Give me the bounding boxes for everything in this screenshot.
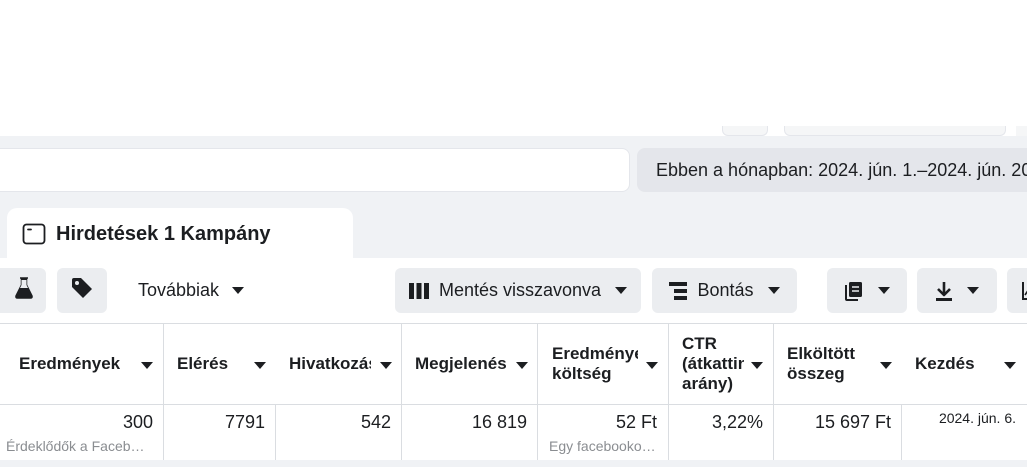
- columns-dropdown[interactable]: Mentés visszavonva: [395, 268, 641, 313]
- top-control-stub[interactable]: [722, 126, 768, 136]
- column-header-impressions[interactable]: Megjelenés: [415, 323, 535, 404]
- columns-label: Mentés visszavonva: [438, 280, 602, 300]
- column-divider: [537, 323, 538, 460]
- column-divider: [275, 404, 276, 460]
- sort-caret-icon: [380, 362, 392, 369]
- cell-link-clicks: 542: [360, 412, 391, 432]
- sort-caret-icon: [254, 362, 266, 369]
- export-dropdown[interactable]: [917, 268, 997, 313]
- cell-results: 300: [122, 412, 153, 432]
- column-header-results[interactable]: Eredmények: [19, 323, 159, 404]
- sort-caret-icon: [751, 362, 763, 369]
- sort-caret-icon: [141, 362, 153, 369]
- tag-icon: [71, 277, 93, 304]
- experiment-button[interactable]: [0, 268, 46, 313]
- column-divider: [901, 404, 902, 460]
- date-range-picker[interactable]: Ebben a hónapban: 2024. jún. 1.–2024. jú…: [637, 148, 1027, 192]
- column-divider: [773, 323, 774, 460]
- cell-cost-per-result: 52 Ft: [615, 412, 657, 432]
- chart-icon: [1021, 281, 1027, 301]
- sort-caret-icon: [516, 362, 528, 369]
- column-header-link-clicks[interactable]: Hivatkozás: [289, 323, 397, 404]
- column-header-label-line3: arány): [682, 373, 734, 393]
- column-header-label-line1: CTR: [682, 333, 717, 353]
- cell-reach: 7791: [224, 412, 265, 432]
- column-header-ctr[interactable]: CTR (átkattin arány): [682, 323, 770, 404]
- column-header-label-line2: költség: [552, 363, 612, 383]
- more-dropdown[interactable]: Továbbiak: [138, 268, 245, 313]
- breakdown-dropdown[interactable]: Bontás: [652, 268, 797, 313]
- chevron-down-icon: [615, 287, 628, 294]
- column-header-start[interactable]: Kezdés: [915, 323, 1027, 404]
- cell-impressions: 16 819: [471, 412, 527, 432]
- columns-icon: [408, 282, 429, 299]
- more-label: Továbbiak: [138, 280, 220, 300]
- column-divider: [163, 323, 164, 460]
- column-header-amount-spent[interactable]: Elköltött összeg: [787, 323, 899, 404]
- download-icon: [935, 281, 953, 301]
- date-range-label: Ebben a hónapban: 2024. jún. 1.–2024. jú…: [656, 159, 1027, 180]
- column-divider: [401, 323, 402, 460]
- window-icon: [22, 222, 46, 246]
- column-header-label: Megjelenés: [415, 353, 507, 373]
- column-divider: [668, 323, 669, 460]
- tag-button[interactable]: [57, 268, 107, 313]
- reports-icon: [844, 281, 864, 301]
- top-control-stub-wide[interactable]: [784, 126, 1006, 136]
- top-control-stub-edge[interactable]: [1016, 126, 1027, 136]
- column-header-reach[interactable]: Elérés: [177, 323, 272, 404]
- cell-amount-spent: 15 697 Ft: [814, 412, 891, 432]
- column-header-label: Hivatkozás: [289, 353, 371, 373]
- cell-start-date: 2024. jún. 6.: [938, 410, 1016, 426]
- breakdown-label: Bontás: [697, 280, 754, 300]
- chevron-down-icon: [232, 287, 245, 294]
- tab-ads[interactable]: Hirdetések 1 Kampány: [7, 208, 353, 260]
- chevron-down-icon: [878, 287, 890, 294]
- page-top-area: [0, 0, 1027, 136]
- column-header-label: Elérés: [177, 353, 229, 373]
- breakdown-icon: [669, 281, 688, 300]
- column-header-label-line2: összeg: [787, 363, 845, 383]
- chevron-down-icon: [967, 287, 979, 294]
- cell-ctr: 3,22%: [711, 412, 763, 432]
- tab-ads-label: Hirdetések 1 Kampány: [56, 222, 271, 245]
- chart-toggle-button[interactable]: [1007, 268, 1027, 313]
- table-bottom-divider: [0, 460, 1027, 467]
- column-header-label-line2: (átkattin: [682, 353, 744, 373]
- column-header-label-line1: Elköltött: [787, 343, 855, 363]
- sort-caret-icon: [646, 362, 658, 369]
- cell-cost-per-result-subtitle: Egy facebooko…: [549, 438, 656, 454]
- column-header-label-line1: Eredménye: [552, 343, 638, 363]
- column-header-cost-per-result[interactable]: Eredménye költség: [552, 323, 666, 404]
- search-filter-bar[interactable]: [0, 148, 630, 192]
- flask-icon: [14, 277, 34, 304]
- column-header-label: Kezdés: [915, 353, 975, 373]
- column-header-label: Eredmények: [19, 353, 121, 373]
- cell-results-subtitle: Érdeklődők a Faceb…: [6, 438, 145, 454]
- sort-caret-icon: [880, 362, 892, 369]
- sort-caret-icon: [1004, 362, 1016, 369]
- chevron-down-icon: [767, 287, 780, 294]
- reports-dropdown[interactable]: [827, 268, 907, 313]
